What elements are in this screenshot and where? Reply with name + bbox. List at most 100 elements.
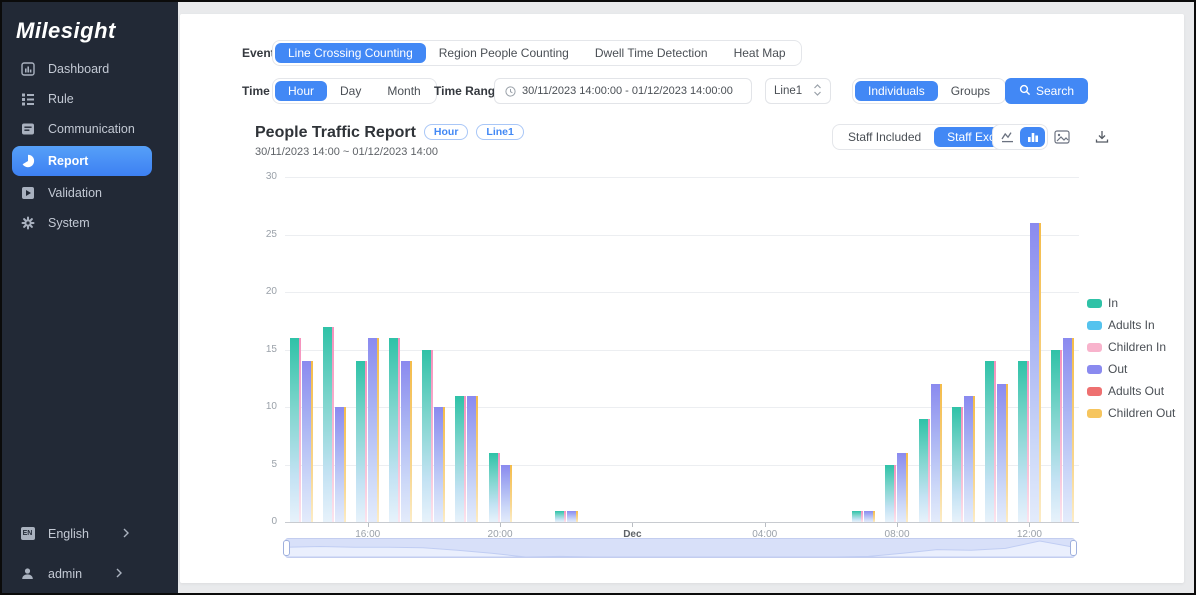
datazoom-handle-right[interactable] [1070, 540, 1077, 556]
bar-group-17:00[interactable] [384, 178, 417, 522]
export-image-icon[interactable] [1052, 127, 1072, 147]
bar-group-19:00[interactable] [450, 178, 483, 522]
sidebar-item-label: Validation [48, 186, 102, 200]
legend-chip [1087, 299, 1102, 308]
children-out-bar [311, 361, 313, 522]
in-bar [985, 361, 994, 522]
bar-group-15:00[interactable] [318, 178, 351, 522]
in-bar [323, 327, 332, 523]
bar-group-12:00[interactable] [1013, 178, 1046, 522]
children-in-bar [564, 511, 566, 523]
account-menu[interactable]: admin [2, 566, 178, 581]
bar-group-23:00[interactable] [583, 178, 616, 522]
mode-individuals[interactable]: Individuals [855, 81, 938, 101]
report-title-text: People Traffic Report [255, 124, 416, 141]
bar-group-00:00[interactable] [616, 178, 649, 522]
bar-group-20:00[interactable] [483, 178, 516, 522]
bar-group-13:00[interactable] [1046, 178, 1079, 522]
bar-group-16:00[interactable] [351, 178, 384, 522]
legend-item-adults-out[interactable]: Adults Out [1087, 380, 1175, 402]
time-unit-hour[interactable]: Hour [275, 81, 327, 101]
in-bar [1051, 350, 1060, 523]
bar-group-07:00[interactable] [847, 178, 880, 522]
in-bar [952, 407, 961, 522]
children-out-bar [510, 465, 512, 523]
download-icon[interactable] [1092, 127, 1112, 147]
legend-item-children-in[interactable]: Children In [1087, 336, 1175, 358]
bar-group-04:00[interactable] [748, 178, 781, 522]
language-selector[interactable]: EN English [2, 526, 178, 541]
search-button[interactable]: Search [1005, 78, 1088, 104]
bar-group-10:00[interactable] [947, 178, 980, 522]
bar-group-22:00[interactable] [550, 178, 583, 522]
bar-series-area [285, 178, 1079, 522]
time-unit-month[interactable]: Month [374, 81, 433, 101]
bar-group-11:00[interactable] [980, 178, 1013, 522]
event-tab-region-people-counting[interactable]: Region People Counting [426, 43, 582, 63]
legend-label: Children In [1108, 340, 1166, 354]
line-select[interactable]: Line1 [765, 78, 831, 104]
bar-group-18:00[interactable] [417, 178, 450, 522]
time-range-input[interactable]: 30/11/2023 14:00:00 - 01/12/2023 14:00:0… [494, 78, 752, 104]
sidebar-item-system[interactable]: System [2, 208, 178, 238]
sidebar-item-label: System [48, 216, 90, 230]
legend-label: Adults In [1108, 318, 1155, 332]
milesight-logo: Milesight [16, 18, 116, 44]
bar-group-06:00[interactable] [814, 178, 847, 522]
sidebar: Milesight DashboardRuleCommunication Repo… [2, 2, 178, 593]
children-in-bar [431, 350, 433, 523]
legend-item-out[interactable]: Out [1087, 358, 1175, 380]
bar-group-14:00[interactable] [285, 178, 318, 522]
legend-item-in[interactable]: In [1087, 292, 1175, 314]
children-out-bar [576, 511, 578, 523]
bar-group-09:00[interactable] [913, 178, 946, 522]
language-label: English [48, 527, 89, 541]
mode-groups[interactable]: Groups [938, 81, 1003, 101]
time-unit-day[interactable]: Day [327, 81, 374, 101]
event-tab-heat-map[interactable]: Heat Map [721, 43, 799, 63]
x-axis-tick [765, 523, 766, 527]
staff-staff-included[interactable]: Staff Included [835, 127, 934, 147]
report-badges: HourLine1 [416, 124, 524, 141]
children-in-bar [928, 419, 930, 523]
out-bar [401, 361, 410, 522]
y-axis-tick-label: 30 [237, 171, 277, 182]
datazoom-slider[interactable] [285, 538, 1075, 558]
out-bar [434, 407, 443, 522]
bar-group-03:00[interactable] [715, 178, 748, 522]
event-tab-dwell-time-detection[interactable]: Dwell Time Detection [582, 43, 721, 63]
children-in-bar [894, 465, 896, 523]
clock-icon [505, 86, 516, 97]
sidebar-item-rule[interactable]: Rule [2, 84, 178, 114]
report-badge: Hour [424, 124, 469, 140]
bar-group-21:00[interactable] [517, 178, 550, 522]
datazoom-data-shadow [286, 541, 1074, 557]
bar-group-02:00[interactable] [682, 178, 715, 522]
in-bar [356, 361, 365, 522]
bar-group-05:00[interactable] [781, 178, 814, 522]
system-icon [20, 216, 35, 231]
sidebar-item-communication[interactable]: Communication [2, 114, 178, 144]
datazoom-handle-left[interactable] [283, 540, 290, 556]
children-in-bar [861, 511, 863, 523]
legend-item-adults-in[interactable]: Adults In [1087, 314, 1175, 336]
communication-icon [20, 122, 35, 137]
event-tab-line-crossing-counting[interactable]: Line Crossing Counting [275, 43, 426, 63]
children-out-bar [1072, 338, 1074, 522]
legend-chip [1087, 321, 1102, 330]
out-bar [335, 407, 344, 522]
bar-chart-icon[interactable] [1020, 127, 1045, 147]
bar-group-01:00[interactable] [649, 178, 682, 522]
children-out-bar [476, 396, 478, 523]
legend-item-children-out[interactable]: Children Out [1087, 402, 1175, 424]
chart-type-toggle [992, 124, 1048, 150]
children-in-bar [398, 338, 400, 522]
sidebar-item-report[interactable]: Report [12, 146, 152, 176]
dashboard-icon [20, 62, 35, 77]
sidebar-item-label: Report [48, 154, 88, 168]
bar-group-08:00[interactable] [880, 178, 913, 522]
line-chart-icon[interactable] [995, 127, 1020, 147]
sidebar-item-dashboard[interactable]: Dashboard [2, 54, 178, 84]
sidebar-item-validation[interactable]: Validation [2, 178, 178, 208]
stepper-arrows-icon[interactable] [813, 83, 822, 100]
